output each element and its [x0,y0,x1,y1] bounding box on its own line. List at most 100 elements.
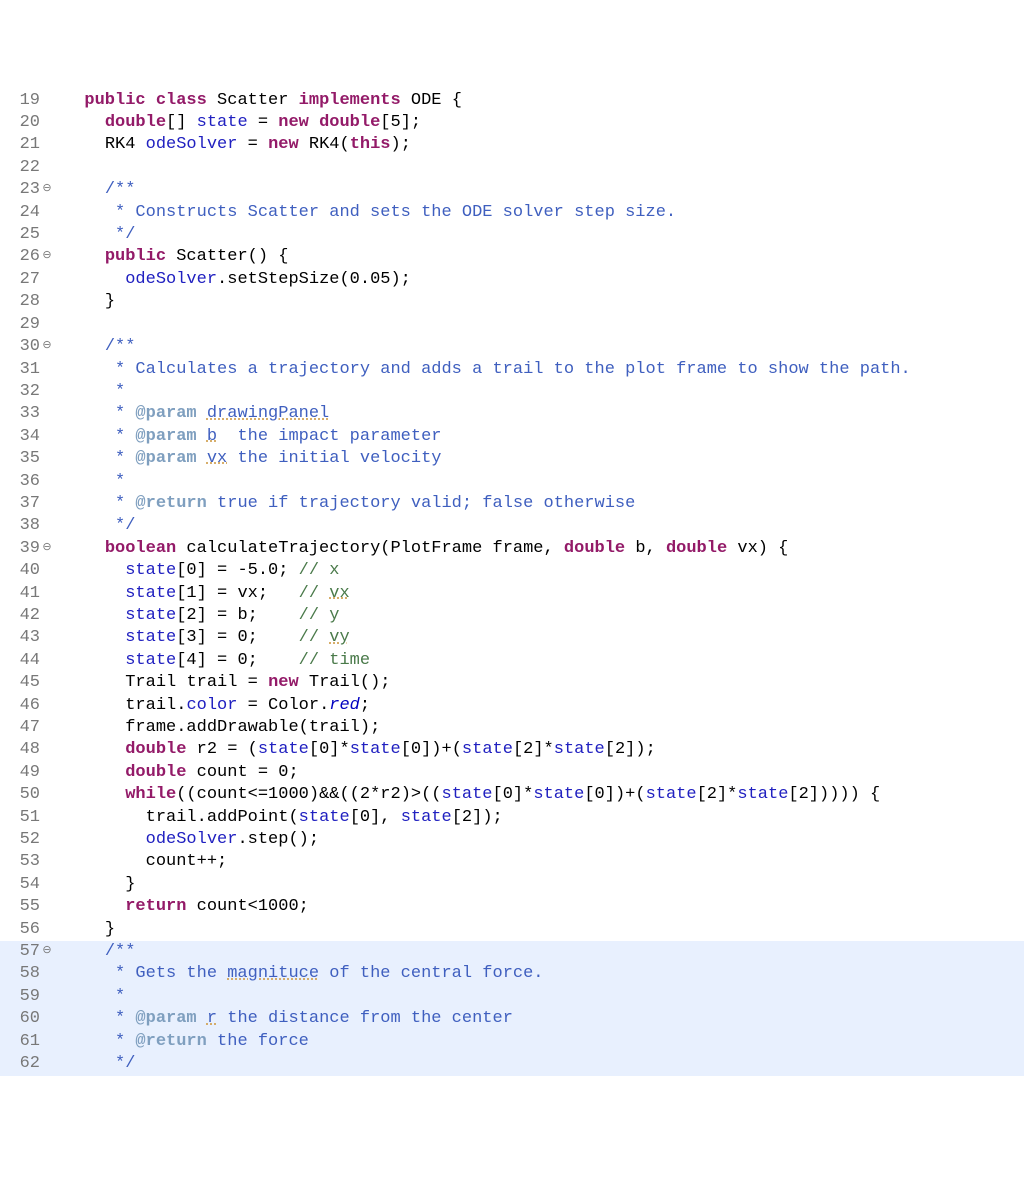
code-line[interactable]: 33 * @param drawingPanel [0,403,1024,425]
code-content[interactable]: trail.addPoint(state[0], state[2]); [58,807,503,829]
code-line[interactable]: 42 state[2] = b; // y [0,605,1024,627]
code-line[interactable]: 50 while((count<=1000)&&((2*r2)>((state[… [0,784,1024,806]
code-line[interactable]: 24 * Constructs Scatter and sets the ODE… [0,202,1024,224]
code-content[interactable]: public Scatter() { [58,246,288,268]
code-content[interactable]: trail.color = Color.red; [58,695,370,717]
code-content[interactable]: * @param b the impact parameter [58,426,441,448]
gutter[interactable]: 54 [0,874,58,896]
fold-toggle-icon[interactable]: ⊖ [40,940,54,962]
gutter[interactable]: 35 [0,448,58,470]
code-line[interactable]: 28 } [0,291,1024,313]
code-content[interactable]: state[2] = b; // y [58,605,339,627]
code-line[interactable]: 45 Trail trail = new Trail(); [0,672,1024,694]
code-content[interactable]: */ [58,1053,135,1075]
code-line[interactable]: 39⊖ boolean calculateTrajectory(PlotFram… [0,538,1024,560]
code-content[interactable]: count++; [58,851,227,873]
code-line[interactable]: 55 return count<1000; [0,896,1024,918]
code-line[interactable]: 56 } [0,919,1024,941]
gutter[interactable]: 56 [0,919,58,941]
code-line[interactable]: 40 state[0] = -5.0; // x [0,560,1024,582]
code-line[interactable]: 26⊖ public Scatter() { [0,246,1024,268]
fold-toggle-icon[interactable]: ⊖ [40,537,54,559]
code-line[interactable]: 62 */ [0,1053,1024,1075]
code-content[interactable]: * [58,986,125,1008]
code-content[interactable]: odeSolver.setStepSize(0.05); [58,269,411,291]
gutter[interactable]: 33 [0,403,58,425]
code-content[interactable]: * Gets the magnituce of the central forc… [58,963,544,985]
gutter[interactable]: 36 [0,471,58,493]
gutter[interactable]: 25 [0,224,58,246]
code-line[interactable]: 20 double[] state = new double[5]; [0,112,1024,134]
code-line[interactable]: 54 } [0,874,1024,896]
gutter[interactable]: 61 [0,1031,58,1053]
gutter[interactable]: 30⊖ [0,336,58,358]
code-content[interactable]: frame.addDrawable(trail); [58,717,380,739]
gutter[interactable]: 19 [0,90,58,112]
gutter[interactable]: 49 [0,762,58,784]
gutter[interactable]: 42 [0,605,58,627]
gutter[interactable]: 38 [0,515,58,537]
gutter[interactable]: 37 [0,493,58,515]
gutter[interactable]: 44 [0,650,58,672]
code-content[interactable]: * Constructs Scatter and sets the ODE so… [58,202,676,224]
gutter[interactable]: 43 [0,627,58,649]
code-line[interactable]: 29 [0,314,1024,336]
gutter[interactable]: 58 [0,963,58,985]
code-content[interactable]: /** [58,179,135,201]
code-line[interactable]: 38 */ [0,515,1024,537]
code-line[interactable]: 19 public class Scatter implements ODE { [0,90,1024,112]
code-line[interactable]: 31 * Calculates a trajectory and adds a … [0,359,1024,381]
gutter[interactable]: 39⊖ [0,538,58,560]
code-line[interactable]: 59 * [0,986,1024,1008]
code-content[interactable]: /** [58,941,135,963]
gutter[interactable]: 24 [0,202,58,224]
code-line[interactable]: 58 * Gets the magnituce of the central f… [0,963,1024,985]
gutter[interactable]: 50 [0,784,58,806]
code-line[interactable]: 51 trail.addPoint(state[0], state[2]); [0,807,1024,829]
gutter[interactable]: 41 [0,583,58,605]
gutter[interactable]: 21 [0,134,58,156]
code-line[interactable]: 27 odeSolver.setStepSize(0.05); [0,269,1024,291]
fold-toggle-icon[interactable]: ⊖ [40,245,54,267]
gutter[interactable]: 60 [0,1008,58,1030]
code-line[interactable]: 49 double count = 0; [0,762,1024,784]
code-content[interactable]: state[1] = vx; // vx [58,583,350,605]
code-content[interactable]: * [58,471,125,493]
gutter[interactable]: 40 [0,560,58,582]
code-content[interactable]: * @return the force [58,1031,309,1053]
code-content[interactable]: } [58,874,135,896]
code-line[interactable]: 47 frame.addDrawable(trail); [0,717,1024,739]
gutter[interactable]: 31 [0,359,58,381]
code-line[interactable]: 57⊖ /** [0,941,1024,963]
gutter[interactable]: 48 [0,739,58,761]
code-line[interactable]: 21 RK4 odeSolver = new RK4(this); [0,134,1024,156]
gutter[interactable]: 46 [0,695,58,717]
gutter[interactable]: 59 [0,986,58,1008]
code-line[interactable]: 46 trail.color = Color.red; [0,695,1024,717]
code-content[interactable]: return count<1000; [58,896,309,918]
code-editor[interactable]: 19 public class Scatter implements ODE {… [0,90,1024,1076]
gutter[interactable]: 29 [0,314,58,336]
gutter[interactable]: 26⊖ [0,246,58,268]
code-content[interactable]: * @return true if trajectory valid; fals… [58,493,635,515]
code-line[interactable]: 60 * @param r the distance from the cent… [0,1008,1024,1030]
code-content[interactable]: double r2 = (state[0]*state[0])+(state[2… [58,739,656,761]
code-content[interactable]: state[4] = 0; // time [58,650,370,672]
code-content[interactable]: state[0] = -5.0; // x [58,560,339,582]
code-content[interactable]: * @param r the distance from the center [58,1008,513,1030]
gutter[interactable]: 22 [0,157,58,179]
gutter[interactable]: 62 [0,1053,58,1075]
code-line[interactable]: 43 state[3] = 0; // vy [0,627,1024,649]
code-line[interactable]: 25 */ [0,224,1024,246]
code-content[interactable]: * @param vx the initial velocity [58,448,442,470]
code-content[interactable]: public class Scatter implements ODE { [58,90,462,112]
code-content[interactable]: double[] state = new double[5]; [58,112,421,134]
fold-toggle-icon[interactable]: ⊖ [40,178,54,200]
code-content[interactable]: double count = 0; [58,762,299,784]
code-line[interactable]: 61 * @return the force [0,1031,1024,1053]
code-content[interactable]: RK4 odeSolver = new RK4(this); [58,134,411,156]
code-content[interactable]: /** [58,336,135,358]
code-line[interactable]: 52 odeSolver.step(); [0,829,1024,851]
code-content[interactable]: * [58,381,125,403]
gutter[interactable]: 28 [0,291,58,313]
